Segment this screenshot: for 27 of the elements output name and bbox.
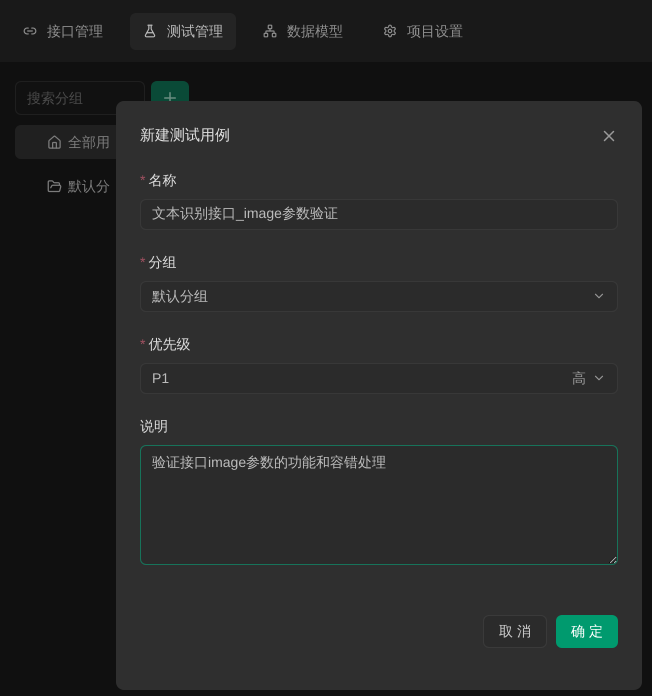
nav-tab[interactable]: 接口管理 [10, 12, 116, 50]
sidebar-item[interactable]: 默认分 [15, 169, 116, 203]
input-field[interactable]: 文本识别接口_image参数验证 [140, 198, 618, 230]
confirm-button[interactable]: 确 定 [556, 614, 618, 648]
dialog-title: 新建测试用例 [140, 126, 230, 146]
required-mark: * [140, 171, 146, 190]
required-mark: * [140, 335, 146, 354]
select-field[interactable]: P1 高 [140, 362, 618, 394]
field-label: 优先级 [148, 335, 190, 354]
description-field[interactable]: 验证接口image参数的功能和容错处理 [140, 444, 618, 564]
search-field[interactable]: 搜索分组 [15, 81, 145, 115]
flask-icon [143, 24, 157, 38]
home-icon [47, 134, 62, 150]
folder-icon [47, 178, 62, 194]
sidebar-item[interactable]: 全部用 [15, 125, 116, 159]
hierarchy-icon [263, 24, 277, 38]
select-field[interactable]: 默认分组 [140, 280, 618, 312]
field-label: 分组 [148, 253, 176, 272]
field-label: 说明 [140, 417, 168, 436]
settings-icon [383, 24, 397, 38]
field-label: 名称 [148, 171, 176, 190]
nav-tab[interactable]: 数据模型 [250, 12, 356, 50]
cancel-button[interactable]: 取 消 [483, 614, 548, 648]
nav-tab[interactable]: 测试管理 [130, 12, 236, 50]
nav-tab[interactable]: 项目设置 [370, 12, 476, 50]
priority-level: 高 [572, 368, 586, 388]
required-mark: * [140, 253, 146, 272]
